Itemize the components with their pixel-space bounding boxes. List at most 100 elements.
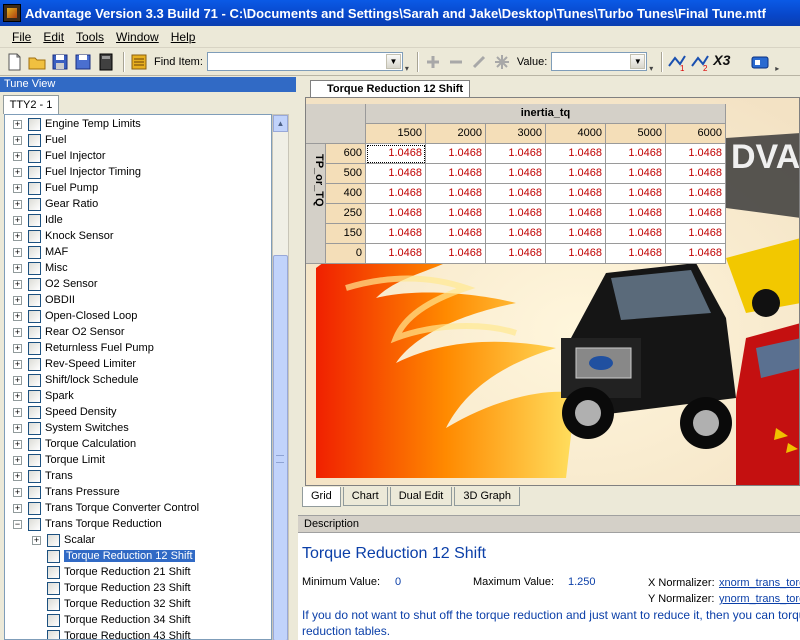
grid-cell[interactable]: 1.0468	[486, 144, 546, 164]
menu-window[interactable]: Window	[110, 30, 165, 44]
grid-cell[interactable]: 1.0468	[546, 244, 606, 264]
tab-tty2[interactable]: TTY2 - 1	[3, 95, 59, 114]
column-header[interactable]: 5000	[606, 124, 666, 144]
row-header[interactable]: 400	[326, 184, 366, 204]
column-header[interactable]: 1500	[366, 124, 426, 144]
grid-cell[interactable]: 1.0468	[606, 184, 666, 204]
tree-item-checkbox[interactable]	[28, 261, 41, 275]
grid-cell[interactable]: 1.0468	[666, 184, 726, 204]
tree-item[interactable]: + Rev-Speed Limiter	[13, 356, 136, 372]
tree-item-checkbox[interactable]	[47, 565, 60, 579]
tree-item[interactable]: + Open-Closed Loop	[13, 308, 137, 324]
tree-item[interactable]: + Scalar	[32, 532, 95, 548]
tree-item-checkbox[interactable]	[28, 501, 41, 515]
menu-tools[interactable]: Tools	[70, 30, 110, 44]
grid-cell[interactable]: 1.0468	[606, 224, 666, 244]
expand-icon[interactable]: +	[13, 343, 22, 353]
tree-item[interactable]: + OBDII	[13, 292, 75, 308]
tree-item-checkbox[interactable]	[28, 117, 41, 131]
toolbar-grip-icon[interactable]: ▸	[775, 51, 783, 73]
grid-cell[interactable]: 1.0468	[546, 144, 606, 164]
save-icon[interactable]	[50, 52, 70, 72]
minus-icon[interactable]	[446, 52, 466, 72]
tree-item[interactable]: − Trans Torque Reduction	[13, 516, 162, 532]
scroll-up-icon[interactable]: ▲	[273, 115, 288, 132]
grid-cell[interactable]: 1.0468	[366, 164, 426, 184]
grid-cell[interactable]: 1.0468	[486, 244, 546, 264]
grid-cell[interactable]: 1.0468	[426, 184, 486, 204]
tree-item[interactable]: Torque Reduction 21 Shift	[32, 564, 191, 580]
tree-item[interactable]: + Shift/lock Schedule	[13, 372, 139, 388]
tree-item[interactable]: + MAF	[13, 244, 68, 260]
module-icon[interactable]	[750, 52, 770, 72]
grid-cell[interactable]: 1.0468	[426, 204, 486, 224]
tree-item-checkbox[interactable]	[28, 469, 41, 483]
expand-icon[interactable]: +	[13, 199, 22, 209]
expand-icon[interactable]: +	[13, 247, 22, 257]
tree-item[interactable]: + Fuel Injector	[13, 148, 106, 164]
scrollbar-thumb[interactable]	[273, 255, 288, 640]
column-header[interactable]: 6000	[666, 124, 726, 144]
expand-icon[interactable]: +	[13, 183, 22, 193]
menu-edit[interactable]: Edit	[37, 30, 70, 44]
tree-item-checkbox[interactable]	[47, 533, 60, 547]
tree-item[interactable]: + Engine Temp Limits	[13, 116, 141, 132]
x3-button[interactable]: X3	[713, 52, 747, 72]
menu-help[interactable]: Help	[165, 30, 202, 44]
normalizer-1-icon[interactable]: 1	[667, 52, 687, 73]
row-header[interactable]: 150	[326, 224, 366, 244]
grid-cell[interactable]: 1.0468	[366, 204, 426, 224]
tree-item[interactable]: + Returnless Fuel Pump	[13, 340, 154, 356]
expand-icon[interactable]: +	[13, 407, 22, 417]
tree-item[interactable]: + System Switches	[13, 420, 129, 436]
expand-icon[interactable]: +	[13, 439, 22, 449]
tab-dual-edit[interactable]: Dual Edit	[389, 487, 453, 506]
tree-item-checkbox[interactable]	[28, 405, 41, 419]
tree-item-checkbox[interactable]	[28, 437, 41, 451]
column-header[interactable]: 2000	[426, 124, 486, 144]
tree-item-checkbox[interactable]	[28, 453, 41, 467]
expand-icon[interactable]: +	[13, 279, 22, 289]
new-file-icon[interactable]	[4, 52, 24, 72]
tab-3d-graph[interactable]: 3D Graph	[454, 487, 521, 506]
tree-item-checkbox[interactable]	[28, 149, 41, 163]
grid-cell[interactable]: 1.0468	[366, 184, 426, 204]
grid-cell[interactable]: 1.0468	[606, 244, 666, 264]
tree-item[interactable]: + Fuel Injector Timing	[13, 164, 141, 180]
grid-cell[interactable]: 1.0468	[546, 224, 606, 244]
expand-icon[interactable]: +	[13, 487, 22, 497]
save-all-icon[interactable]	[73, 52, 93, 72]
grid-cell[interactable]: 1.0468	[666, 244, 726, 264]
grid-cell[interactable]: 1.0468	[546, 184, 606, 204]
open-folder-icon[interactable]	[27, 52, 47, 72]
tree-item[interactable]: + Rear O2 Sensor	[13, 324, 124, 340]
tree-item-checkbox[interactable]	[47, 597, 60, 611]
tree-item[interactable]: Torque Reduction 12 Shift	[32, 548, 195, 564]
row-header[interactable]: 250	[326, 204, 366, 224]
tree-item[interactable]: + Idle	[13, 212, 63, 228]
tree-item[interactable]: + Torque Limit	[13, 452, 105, 468]
grid-cell[interactable]: 1.0468	[426, 164, 486, 184]
grid-cell[interactable]: 1.0468	[666, 144, 726, 164]
divide-icon[interactable]	[469, 52, 489, 72]
tree-item[interactable]: Torque Reduction 32 Shift	[32, 596, 191, 612]
expand-icon[interactable]: +	[13, 151, 22, 161]
tree-item-checkbox[interactable]	[28, 517, 41, 531]
tree-item[interactable]: + Trans Pressure	[13, 484, 120, 500]
tree-item-checkbox[interactable]	[28, 133, 41, 147]
x-normalizer-link[interactable]: xnorm_trans_torq	[719, 577, 800, 589]
tree-item[interactable]: + Spark	[13, 388, 74, 404]
tree-item-checkbox[interactable]	[28, 181, 41, 195]
toolbar-grip-icon[interactable]: ▾	[405, 51, 413, 73]
expand-icon[interactable]: +	[13, 215, 22, 225]
tree-item-checkbox[interactable]	[47, 629, 60, 639]
expand-icon[interactable]: +	[13, 327, 22, 337]
expand-icon[interactable]: +	[13, 375, 22, 385]
tree-item-checkbox[interactable]	[28, 229, 41, 243]
value-combo[interactable]: ▼	[551, 52, 648, 71]
row-header[interactable]: 500	[326, 164, 366, 184]
tree-item[interactable]: Torque Reduction 23 Shift	[32, 580, 191, 596]
tab-grid[interactable]: Grid	[302, 487, 341, 507]
grid-cell[interactable]: 1.0468	[546, 164, 606, 184]
grid-cell[interactable]: 1.0468	[366, 224, 426, 244]
